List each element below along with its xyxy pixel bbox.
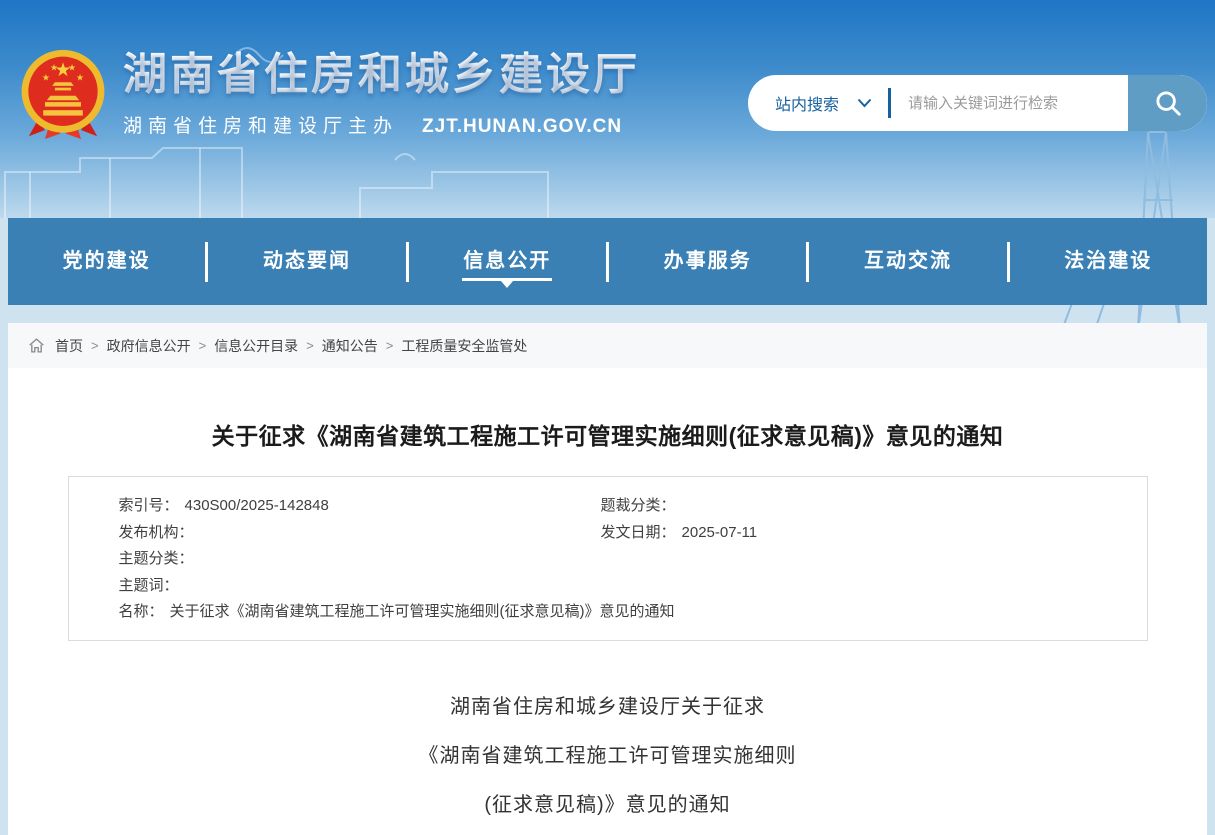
meta-empty-cell xyxy=(601,546,1127,573)
site-search: 站内搜索 xyxy=(748,75,1207,131)
nav-item-party-building[interactable]: 党的建设 xyxy=(8,218,205,305)
meta-value: 2025-07-11 xyxy=(682,524,758,541)
meta-label: 名称： xyxy=(119,603,164,620)
breadcrumb-separator: > xyxy=(199,338,207,353)
document-meta-box: 索引号： 430S00/2025-142848 题裁分类： 发布机构： 发文日期：… xyxy=(68,476,1148,641)
nav-item-label: 信息公开 xyxy=(463,250,551,272)
svg-text:★: ★ xyxy=(50,63,58,73)
article-body-line: (征求意见稿)》意见的通知 xyxy=(8,781,1207,830)
site-brand: ★ ★ ★ ★ ★ 湖南省住房和城乡建设厅 湖南省住房和建设厅主办 ZJT.HU… xyxy=(18,46,640,142)
meta-label: 发文日期： xyxy=(601,524,676,541)
search-button[interactable] xyxy=(1128,75,1207,131)
breadcrumb-gov-info[interactable]: 政府信息公开 xyxy=(107,336,191,356)
svg-text:★: ★ xyxy=(76,73,84,83)
meta-publisher: 发布机构： xyxy=(119,520,601,547)
article-body-line: 湖南省住房和城乡建设厅关于征求 xyxy=(8,683,1207,732)
brand-text: 湖南省住房和城乡建设厅 湖南省住房和建设厅主办 ZJT.HUNAN.GOV.CN xyxy=(123,46,640,142)
site-title: 湖南省住房和城乡建设厅 xyxy=(123,46,640,104)
chevron-down-icon xyxy=(857,98,872,108)
meta-label: 发布机构： xyxy=(119,524,194,541)
search-scope-label: 站内搜索 xyxy=(775,91,839,115)
article-body: 湖南省住房和城乡建设厅关于征求 《湖南省建筑工程施工许可管理实施细则 (征求意见… xyxy=(8,683,1207,830)
breadcrumb: 首页 > 政府信息公开 > 信息公开目录 > 通知公告 > 工程质量安全监管处 xyxy=(8,323,1207,368)
breadcrumb-separator: > xyxy=(386,338,394,353)
active-tab-caret xyxy=(501,281,513,288)
nav-item-rule-of-law[interactable]: 法治建设 xyxy=(1010,218,1207,305)
site-subtitle-row: 湖南省住房和建设厅主办 ZJT.HUNAN.GOV.CN xyxy=(123,111,640,138)
meta-publish-date: 发文日期： 2025-07-11 xyxy=(601,520,1127,547)
site-subtitle: 湖南省住房和建设厅主办 xyxy=(123,111,398,138)
article-body-line: 《湖南省建筑工程施工许可管理实施细则 xyxy=(8,732,1207,781)
svg-text:★: ★ xyxy=(42,73,50,83)
meta-genre-category: 题裁分类： xyxy=(601,493,1127,520)
meta-label: 主题分类： xyxy=(119,550,194,567)
nav-item-interaction[interactable]: 互动交流 xyxy=(809,218,1006,305)
meta-empty-cell xyxy=(601,573,1127,600)
site-header: ★ ★ ★ ★ ★ 湖南省住房和城乡建设厅 湖南省住房和建设厅主办 ZJT.HU… xyxy=(0,0,1215,218)
breadcrumb-notices[interactable]: 通知公告 xyxy=(322,336,378,356)
nav-item-services[interactable]: 办事服务 xyxy=(609,218,806,305)
breadcrumb-home[interactable]: 首页 xyxy=(55,336,83,356)
meta-index-number: 索引号： 430S00/2025-142848 xyxy=(119,493,601,520)
breadcrumb-quality-safety-dept[interactable]: 工程质量安全监管处 xyxy=(401,336,527,356)
site-url: ZJT.HUNAN.GOV.CN xyxy=(422,116,622,138)
breadcrumb-separator: > xyxy=(91,338,99,353)
breadcrumb-info-catalog[interactable]: 信息公开目录 xyxy=(214,336,298,356)
nav-item-information-disclosure[interactable]: 信息公开 xyxy=(409,218,606,305)
national-emblem-logo: ★ ★ ★ ★ ★ xyxy=(18,46,108,142)
search-input[interactable] xyxy=(891,75,1128,131)
page: ★ ★ ★ ★ ★ 湖南省住房和城乡建设厅 湖南省住房和建设厅主办 ZJT.HU… xyxy=(0,0,1215,835)
nav-item-news[interactable]: 动态要闻 xyxy=(208,218,405,305)
meta-label: 题裁分类： xyxy=(601,497,676,514)
content-panel: 首页 > 政府信息公开 > 信息公开目录 > 通知公告 > 工程质量安全监管处 … xyxy=(8,323,1207,835)
home-icon[interactable] xyxy=(28,337,45,354)
meta-document-name: 名称： 关于征求《湖南省建筑工程施工许可管理实施细则(征求意见稿)》意见的通知 xyxy=(119,599,1127,626)
svg-text:★: ★ xyxy=(68,63,76,73)
main-nav: 党的建设 动态要闻 信息公开 办事服务 互动交流 法治建设 xyxy=(8,218,1207,305)
search-scope-select[interactable]: 站内搜索 xyxy=(748,75,888,131)
meta-label: 主题词： xyxy=(119,577,179,594)
meta-value: 430S00/2025-142848 xyxy=(185,497,329,514)
meta-grid: 索引号： 430S00/2025-142848 题裁分类： 发布机构： 发文日期：… xyxy=(119,493,1127,626)
meta-label: 索引号： xyxy=(119,497,179,514)
meta-value: 关于征求《湖南省建筑工程施工许可管理实施细则(征求意见稿)》意见的通知 xyxy=(170,603,675,620)
meta-keywords: 主题词： xyxy=(119,573,601,600)
search-icon xyxy=(1153,88,1183,118)
page-title: 关于征求《湖南省建筑工程施工许可管理实施细则(征求意见稿)》意见的通知 xyxy=(8,423,1207,450)
meta-topic-category: 主题分类： xyxy=(119,546,601,573)
breadcrumb-separator: > xyxy=(306,338,314,353)
